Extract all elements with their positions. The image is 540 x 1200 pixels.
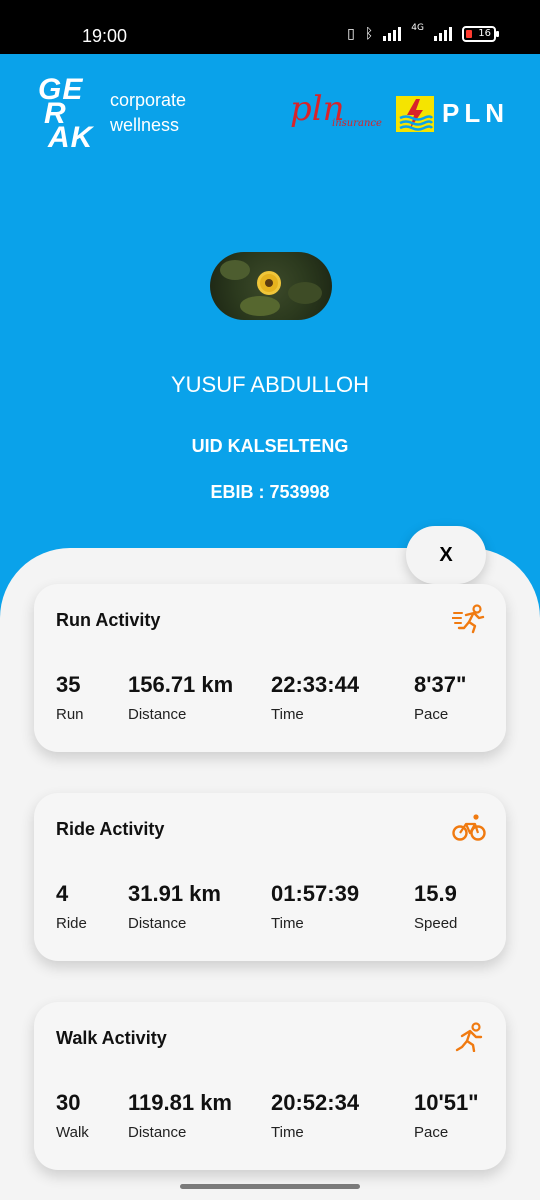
stat-time: 01:57:39 Time — [271, 881, 360, 932]
close-button[interactable]: X — [406, 526, 486, 584]
sunflower-image — [260, 274, 278, 292]
signal-icon — [383, 27, 402, 41]
stat-distance: 156.71 km Distance — [128, 672, 234, 723]
walk-icon — [455, 1022, 483, 1052]
battery-level: 16 — [478, 28, 491, 39]
run-icon — [452, 604, 485, 634]
status-bar: 19:00 ▯ ᛒ 4G 16 — [0, 0, 540, 54]
bluetooth-icon: ᛒ — [364, 26, 374, 42]
status-time: 19:00 — [82, 26, 128, 46]
stat-pace: 10'51" Pace — [414, 1090, 479, 1141]
stat-distance: 31.91 km Distance — [128, 881, 221, 932]
battery-icon: 16 — [462, 26, 499, 42]
run-activity-card[interactable]: Run Activity 35 Run 156.71 km Distance 22:… — [34, 584, 506, 752]
walk-activity-card[interactable]: Walk Activity 30 Walk 119.81 km Distance 2… — [34, 1002, 506, 1170]
stat-time: 20:52:34 Time — [271, 1090, 360, 1141]
stat-time: 22:33:44 Time — [271, 672, 360, 723]
pln-wordmark: PLN — [442, 98, 509, 128]
stat-count: 35 Run — [56, 672, 84, 723]
stat-distance: 119.81 km Distance — [128, 1090, 232, 1141]
pln-lightning-icon — [396, 96, 434, 132]
stat-count: 4 Ride — [56, 881, 87, 932]
user-unit: UID KALSELTENG — [191, 436, 349, 456]
stat-pace: 8'37" Pace — [414, 672, 467, 723]
card-title: Ride Activity — [56, 819, 165, 839]
card-title: Walk Activity — [56, 1028, 167, 1048]
pln-insurance-logo: pln insurance — [290, 89, 382, 129]
bicycle-icon — [452, 814, 486, 841]
app-header: GE R AK corporate wellness pln insurance… — [0, 54, 540, 174]
signal-icon-2 — [434, 27, 452, 41]
tagline: corporate wellness — [110, 90, 187, 135]
stat-speed: 15.9 Speed — [414, 881, 458, 932]
ride-activity-card[interactable]: Ride Activity 4 Ride 31.91 km Distance 01:… — [34, 793, 506, 961]
user-name: YUSUF ABDULLOH — [170, 372, 370, 397]
status-icons: ▯ ᛒ 4G 16 — [347, 23, 499, 42]
gerak-logo: GE R AK — [38, 73, 94, 154]
avatar[interactable] — [210, 252, 332, 320]
network-type: 4G — [411, 23, 424, 33]
user-ebib: EBIB : 753998 — [210, 482, 330, 502]
vibrate-icon: ▯ — [347, 26, 355, 42]
stat-count: 30 Walk — [56, 1090, 89, 1141]
card-title: Run Activity — [56, 610, 161, 630]
gesture-nav-bar[interactable] — [180, 1184, 360, 1189]
